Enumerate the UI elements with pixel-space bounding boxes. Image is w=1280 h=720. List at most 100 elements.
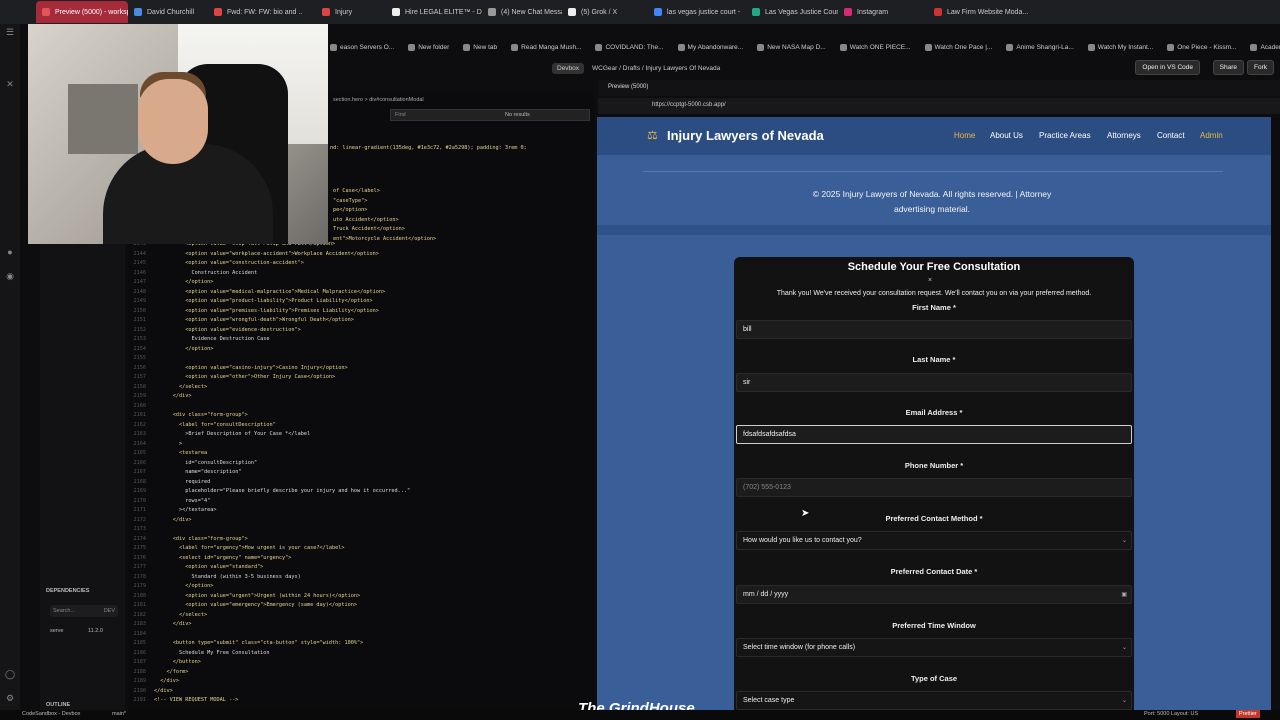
nav-home[interactable]: Home	[954, 131, 975, 140]
browser-tab[interactable]: Las Vegas Justice Court	[746, 1, 838, 23]
contact-date-input[interactable]: mm / dd / yyyy ▣	[736, 585, 1132, 604]
folder-icon	[677, 43, 685, 51]
github-icon[interactable]: ◉	[4, 270, 16, 282]
preview-address-bar[interactable]: https://ccptgt-5000.csb.app/	[598, 98, 1280, 114]
line-number: 2191	[133, 697, 147, 703]
code-text: Evidence Destruction Case	[154, 336, 270, 342]
find-input[interactable]: Find	[395, 112, 406, 118]
fork-button[interactable]: Fork	[1247, 60, 1274, 75]
project-breadcrumb[interactable]: WCGear / Drafts / Injury Lawyers Of Neva…	[592, 65, 720, 72]
x-icon[interactable]: ✕	[4, 78, 16, 90]
phone-label: Phone Number *	[904, 461, 964, 470]
dependency-search-input[interactable]: Search... DEV	[50, 605, 118, 617]
bookmark-item[interactable]: Watch ONE PIECE...	[839, 43, 911, 51]
code-line: 2177 <option value="standard">	[128, 563, 594, 573]
email-input[interactable]: fdsafdsafdsafdsa	[736, 425, 1132, 444]
favicon-icon	[214, 8, 222, 16]
nav-practice-areas[interactable]: Practice Areas	[1039, 131, 1091, 140]
close-icon[interactable]: ×	[928, 277, 932, 284]
folder-icon	[1167, 43, 1175, 51]
first-name-input[interactable]: bill	[736, 320, 1132, 339]
browser-tab[interactable]: Injury	[316, 1, 386, 23]
browser-tab[interactable]: (4) New Chat Message!	[482, 1, 562, 23]
line-number: 2187	[133, 659, 147, 665]
code-text: <option value="urgent">Urgent (within 24…	[154, 592, 361, 599]
bookmark-item[interactable]: Read Manga Mush...	[511, 43, 581, 51]
contact-date-label: Preferred Contact Date *	[890, 567, 978, 576]
browser-tab[interactable]: Hire LEGAL ELITE™ - Dim...	[386, 1, 482, 23]
code-line: 2182 </select>	[128, 611, 594, 621]
code-snippet: of Case</label> "caseType"> pe</option> …	[333, 188, 437, 242]
browser-tab[interactable]: Preview (5000) - worksp...	[36, 1, 128, 23]
line-number: 2179	[133, 583, 147, 589]
bookmark-item[interactable]: New tab	[463, 43, 497, 51]
bookmark-item[interactable]: Watch One Pace |...	[924, 43, 992, 51]
line-number: 2166	[133, 459, 147, 466]
bookmark-item[interactable]: New folder	[408, 43, 449, 51]
code-line: 2149 <option value="product-liability">P…	[128, 297, 594, 307]
browser-tab[interactable]: David Churchill	[128, 1, 208, 23]
preview-tab-bar: Preview (5000)	[598, 80, 1280, 96]
open-in-vscode-button[interactable]: Open in VS Code	[1135, 60, 1200, 75]
bookmark-item[interactable]: One Piece - Kissm...	[1167, 43, 1236, 51]
bookmark-item[interactable]: Academic Writer T...	[1250, 43, 1280, 51]
dependencies-header[interactable]: DEPENDENCIES	[46, 588, 89, 594]
case-type-label: Type of Case	[910, 674, 958, 683]
favicon-icon	[134, 8, 142, 16]
status-workspace[interactable]: CodeSandbox - Devbox	[22, 711, 80, 717]
code-text: </select>	[154, 611, 208, 618]
status-port[interactable]: Port: 5000 Layout: US	[1144, 711, 1198, 717]
github-icon[interactable]: ●	[4, 246, 16, 258]
preview-url[interactable]: https://ccptgt-5000.csb.app/	[652, 102, 726, 108]
code-text: </div>	[154, 393, 192, 399]
browser-tab[interactable]: Fwd: FW: FW: bio and ..	[208, 1, 316, 23]
outline-header[interactable]: OUTLINE	[46, 702, 70, 708]
folder-icon	[1250, 43, 1258, 51]
browser-tab[interactable]: (5) Grok / X	[562, 1, 648, 23]
find-widget[interactable]: Find No results	[390, 109, 590, 121]
nav-attorneys[interactable]: Attorneys	[1107, 131, 1141, 140]
code-text: <option value="product-liability">Produc…	[154, 298, 373, 304]
status-branch[interactable]: main*	[112, 711, 126, 717]
last-name-input[interactable]: sir	[736, 373, 1132, 392]
nav-about-us[interactable]: About Us	[990, 131, 1023, 140]
bookmark-item[interactable]: My Abandonware...	[677, 43, 743, 51]
case-type-select[interactable]: Select case type ⌄	[736, 691, 1132, 710]
time-window-select[interactable]: Select time window (for phone calls) ⌄	[736, 638, 1132, 657]
bookmark-item[interactable]: Anime Shangri-La...	[1006, 43, 1074, 51]
browser-tab[interactable]: Law Firm Website Moda...	[928, 1, 1032, 23]
gear-icon[interactable]: ⚙	[4, 692, 16, 704]
code-line: 2191 <!-- VIEW REQUEST MODAL -->	[128, 696, 594, 706]
favicon-icon	[568, 8, 576, 16]
share-button[interactable]: Share	[1212, 60, 1244, 75]
site-brand[interactable]: Injury Lawyers of Nevada	[667, 128, 824, 143]
bookmark-item[interactable]: COVIDLAND: The...	[595, 43, 664, 51]
code-line: 2184	[128, 630, 594, 640]
prettier-badge[interactable]: Prettier	[1236, 710, 1260, 718]
phone-input[interactable]: (702) 555-0123	[736, 478, 1132, 497]
menu-icon[interactable]: ☰	[4, 26, 16, 38]
line-number: 2189	[133, 678, 147, 684]
browser-tab[interactable]: Instagram	[838, 1, 928, 23]
code-line: 2162 <label for="consultDescription"	[128, 421, 594, 431]
browser-tab[interactable]: las vegas justice court -	[648, 1, 746, 23]
bookmark-item[interactable]: Watch My Instant...	[1087, 43, 1153, 51]
nav-admin[interactable]: Admin	[1200, 131, 1223, 140]
contact-method-select[interactable]: How would you like us to contact you? ⌄	[736, 531, 1132, 550]
bookmark-item[interactable]: New NASA Map D...	[757, 43, 826, 51]
line-number: 2177	[133, 564, 147, 570]
bookmark-item[interactable]: eason Servers O...	[330, 43, 394, 51]
line-number: 2147	[133, 279, 147, 285]
preview-tab[interactable]: Preview (5000)	[608, 84, 648, 90]
calendar-icon[interactable]: ▣	[1121, 591, 1127, 598]
code-line: 2172 </div>	[128, 516, 594, 526]
webcam-overlay	[28, 24, 328, 244]
editor-breadcrumb[interactable]: section.hero > div#consultationModal	[333, 97, 424, 103]
webcam-head	[138, 79, 208, 164]
folder-icon	[839, 43, 847, 51]
account-icon[interactable]: ◯	[4, 668, 16, 680]
success-message: Thank you! We've received your consultat…	[776, 290, 1092, 297]
code-line: 2189 </div>	[128, 677, 594, 687]
nav-contact[interactable]: Contact	[1157, 131, 1185, 140]
consultation-modal: Schedule Your Free Consultation × Thank …	[734, 257, 1134, 720]
